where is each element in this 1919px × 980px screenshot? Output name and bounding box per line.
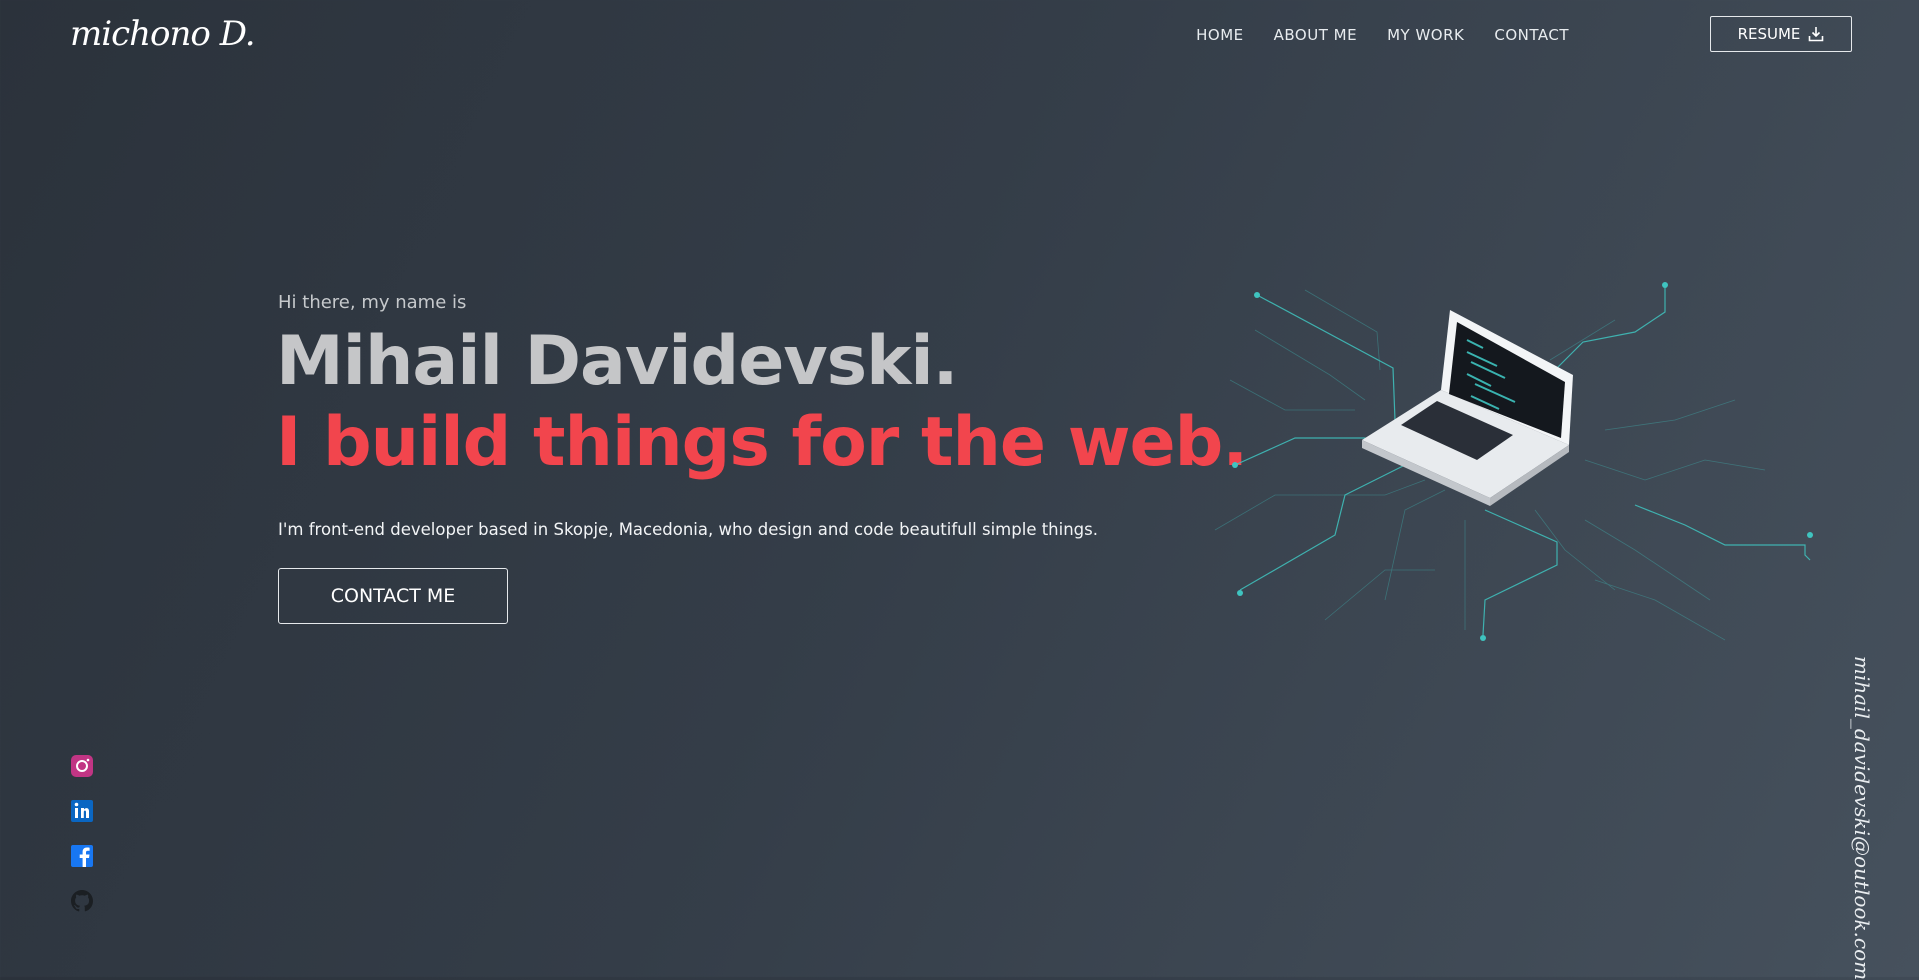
nav-contact[interactable]: CONTACT — [1494, 24, 1569, 46]
email-link[interactable]: mihail_davidevski@outlook.com — [1850, 656, 1874, 980]
intro-text: Hi there, my name is — [278, 292, 467, 313]
nav-about-me[interactable]: ABOUT ME — [1274, 24, 1357, 46]
nav-my-work[interactable]: MY WORK — [1387, 24, 1464, 46]
resume-button[interactable]: RESUME — [1710, 16, 1852, 52]
social-links — [70, 754, 94, 913]
instagram-icon[interactable] — [70, 754, 94, 778]
hero-description: I'm front-end developer based in Skopje,… — [278, 520, 1098, 539]
nav-home[interactable]: HOME — [1196, 24, 1244, 46]
hero-tagline: I build things for the web. — [276, 403, 1248, 482]
logo[interactable]: michono D. — [70, 14, 256, 54]
github-icon[interactable] — [70, 889, 94, 913]
linkedin-icon[interactable] — [70, 799, 94, 823]
resume-label: RESUME — [1737, 25, 1801, 43]
laptop-circuit-illustration — [1214, 282, 1813, 641]
hero-name: Mihail Davidevski. — [276, 322, 958, 401]
facebook-icon[interactable] — [70, 844, 94, 868]
main-nav: HOME ABOUT ME MY WORK CONTACT — [1196, 24, 1569, 46]
download-icon — [1809, 27, 1824, 42]
contact-me-button[interactable]: CONTACT ME — [278, 568, 508, 624]
